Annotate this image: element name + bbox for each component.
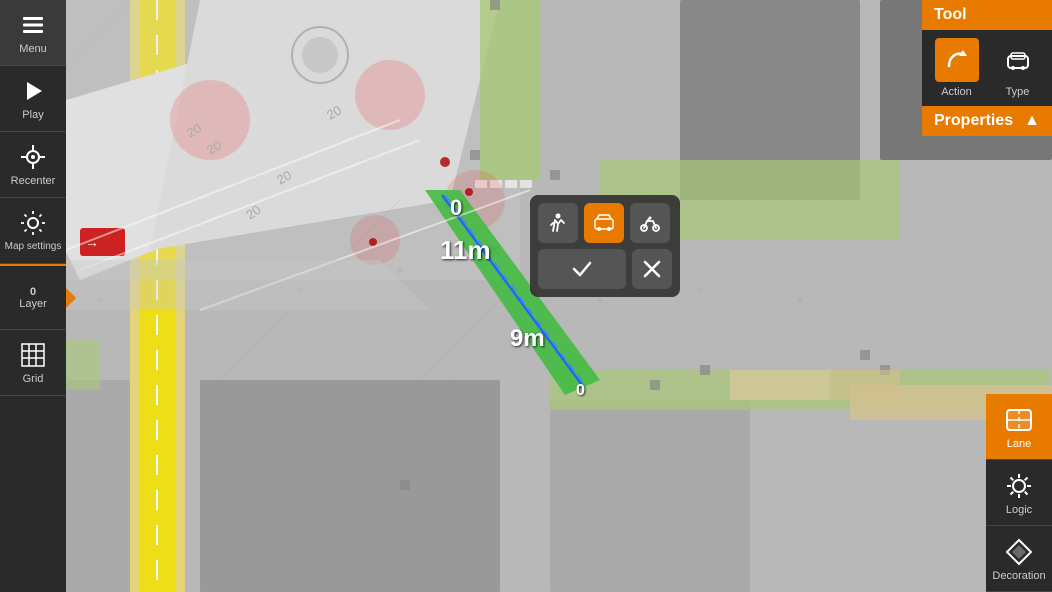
map-settings-button[interactable]: Map settings (0, 198, 66, 264)
popup-bike-button[interactable] (630, 203, 670, 243)
lane-button[interactable]: Lane (986, 394, 1052, 460)
right-bottom-panel: Lane Logic Decoration (986, 394, 1052, 592)
layer-arrow (66, 288, 76, 308)
layer-number: 0 (30, 286, 36, 298)
layer-button[interactable]: 0 Layer (0, 264, 66, 330)
map-label-0b: 0 (576, 382, 585, 400)
left-sidebar: Menu Play Recenter Map settings 0 Layer (0, 0, 66, 592)
popup-pedestrian-button[interactable] (538, 203, 578, 243)
tool-type[interactable]: Type (996, 38, 1040, 98)
grid-button[interactable]: Grid (0, 330, 66, 396)
play-button[interactable]: Play (0, 66, 66, 132)
logic-button[interactable]: Logic (986, 460, 1052, 526)
properties-header: Properties ▲ (922, 106, 1052, 136)
menu-label: Menu (19, 43, 47, 55)
action-icon-bg (935, 38, 979, 82)
tool-items: Action Type (922, 30, 1052, 106)
decoration-label: Decoration (992, 570, 1045, 582)
properties-arrow-icon: ▲ (1024, 112, 1040, 130)
map-popup (530, 195, 680, 297)
popup-car-button[interactable] (584, 203, 624, 243)
popup-cancel-button[interactable] (632, 249, 672, 289)
popup-top-row (538, 203, 672, 243)
type-label: Type (1006, 86, 1030, 98)
map-label-11m: 11m (440, 235, 491, 266)
map-container[interactable]: → 20 20 20 20 20 (0, 0, 1052, 592)
popup-bottom-row (538, 249, 672, 289)
recenter-button[interactable]: Recenter (0, 132, 66, 198)
grid-label: Grid (23, 373, 44, 385)
play-label: Play (22, 109, 43, 121)
map-settings-label: Map settings (5, 241, 62, 252)
tool-action[interactable]: Action (935, 38, 979, 98)
decoration-button[interactable]: Decoration (986, 526, 1052, 592)
menu-button[interactable]: Menu (0, 0, 66, 66)
tool-header: Tool (922, 0, 1052, 30)
properties-label: Properties (934, 112, 1013, 130)
type-icon-bg (996, 38, 1040, 82)
lane-label: Lane (1007, 438, 1031, 450)
map-label-9m: 9m (510, 325, 545, 353)
logic-label: Logic (1006, 504, 1032, 516)
right-panel: Tool Action (922, 0, 1052, 136)
popup-confirm-button[interactable] (538, 249, 626, 289)
recenter-label: Recenter (11, 175, 56, 187)
layer-label: Layer (19, 298, 47, 310)
action-label: Action (941, 86, 972, 98)
map-label-0a: 0 (450, 195, 462, 221)
